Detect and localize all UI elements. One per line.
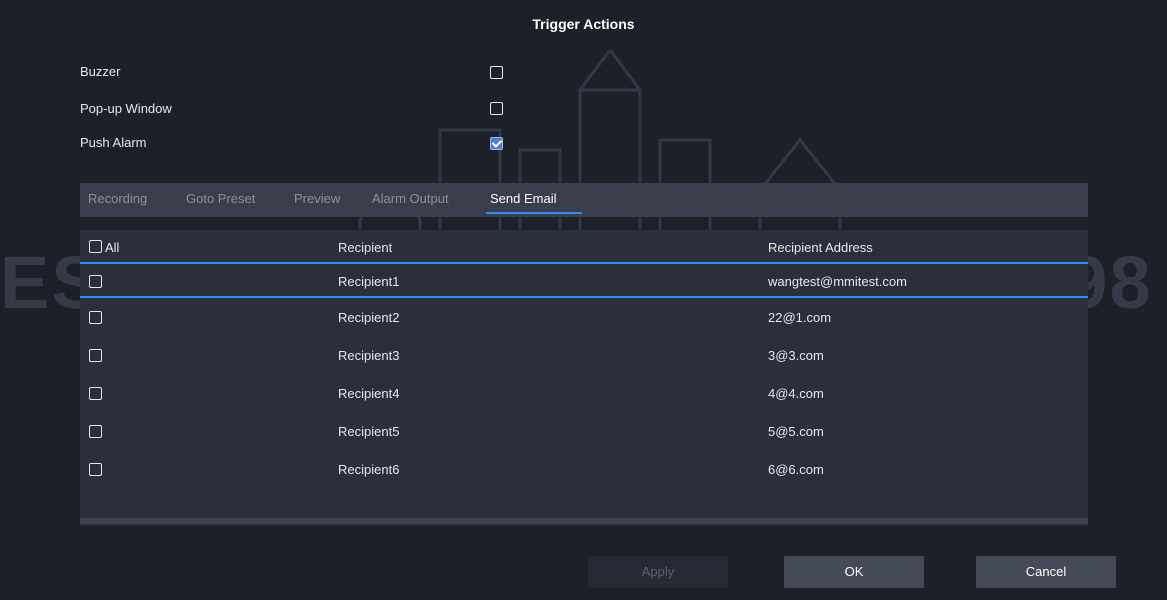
cancel-button[interactable]: Cancel xyxy=(976,556,1116,588)
trigger-actions-dialog: Trigger Actions Buzzer Pop-up Window Pus… xyxy=(8,8,1159,592)
row-checkbox[interactable] xyxy=(89,425,102,438)
table-row[interactable]: Recipient3 3@3.com xyxy=(80,338,1088,374)
recipient-name: Recipient1 xyxy=(338,274,400,289)
tab-bar: Recording Goto Preset Preview Alarm Outp… xyxy=(80,183,1088,217)
table-row[interactable]: Recipient4 4@4.com xyxy=(80,376,1088,412)
dialog-title: Trigger Actions xyxy=(532,16,635,32)
active-tab-indicator xyxy=(486,212,582,214)
recipient-address: 6@6.com xyxy=(768,462,824,477)
recipient-name: Recipient2 xyxy=(338,310,400,325)
recipient-name: Recipient4 xyxy=(338,386,400,401)
recipient-name: Recipient3 xyxy=(338,348,400,363)
push-alarm-checkbox[interactable] xyxy=(490,137,503,150)
select-all-checkbox[interactable] xyxy=(89,240,102,253)
buzzer-checkbox[interactable] xyxy=(490,66,503,79)
recipient-address: 4@4.com xyxy=(768,386,824,401)
table-row[interactable]: Recipient1 wangtest@mmitest.com xyxy=(80,262,1088,298)
recipient-name: Recipient5 xyxy=(338,424,400,439)
column-header-recipient-address: Recipient Address xyxy=(768,240,873,255)
table-row[interactable]: Recipient2 22@1.com xyxy=(80,300,1088,336)
row-checkbox[interactable] xyxy=(89,463,102,476)
recipient-table: All Recipient Recipient Address Recipien… xyxy=(80,230,1088,526)
recipient-address: 5@5.com xyxy=(768,424,824,439)
tab-recording[interactable]: Recording xyxy=(88,191,147,206)
row-checkbox[interactable] xyxy=(89,387,102,400)
row-checkbox[interactable] xyxy=(89,311,102,324)
apply-button[interactable]: Apply xyxy=(588,556,728,588)
tab-preview[interactable]: Preview xyxy=(294,191,340,206)
row-checkbox[interactable] xyxy=(89,275,102,288)
buzzer-label: Buzzer xyxy=(80,64,121,79)
select-all-label: All xyxy=(105,240,120,255)
ok-button[interactable]: OK xyxy=(784,556,924,588)
tab-send-email[interactable]: Send Email xyxy=(490,191,556,206)
tab-goto-preset[interactable]: Goto Preset xyxy=(186,191,255,206)
recipient-name: Recipient6 xyxy=(338,462,400,477)
push-alarm-label: Push Alarm xyxy=(80,135,147,150)
row-checkbox[interactable] xyxy=(89,349,102,362)
recipient-address: 22@1.com xyxy=(768,310,832,325)
tab-alarm-output[interactable]: Alarm Output xyxy=(372,191,449,206)
table-scrollbar[interactable] xyxy=(80,518,1088,524)
recipient-address: wangtest@mmitest.com xyxy=(768,274,907,289)
popup-window-checkbox[interactable] xyxy=(490,102,503,115)
table-row[interactable]: Recipient6 6@6.com xyxy=(80,452,1088,488)
popup-window-label: Pop-up Window xyxy=(80,101,172,116)
column-header-recipient: Recipient xyxy=(338,240,393,255)
recipient-address: 3@3.com xyxy=(768,348,824,363)
table-row[interactable]: Recipient5 5@5.com xyxy=(80,414,1088,450)
